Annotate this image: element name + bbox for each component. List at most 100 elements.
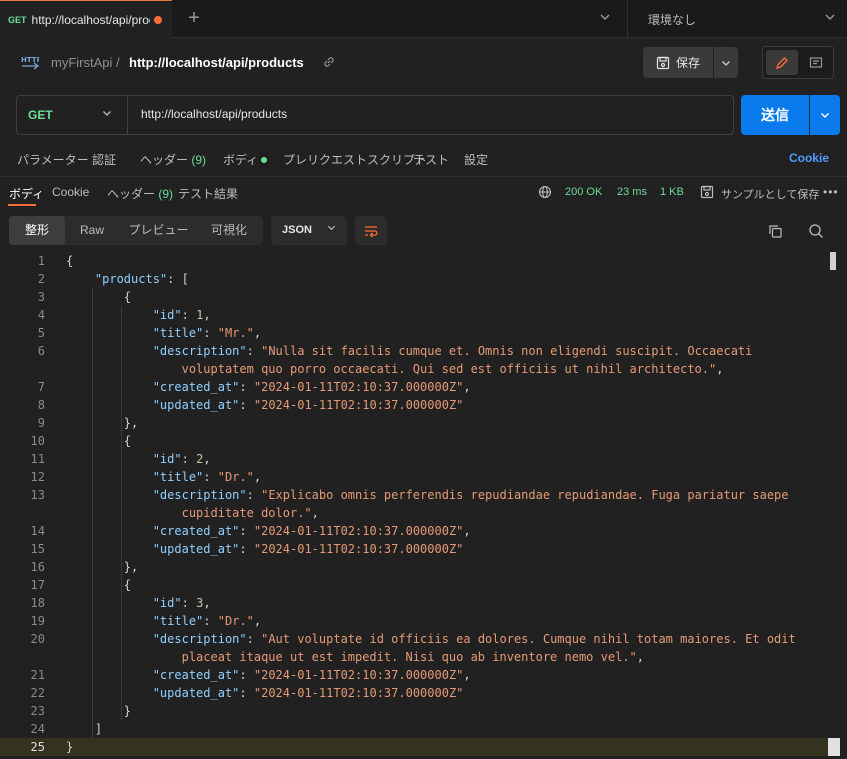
globe-icon[interactable]	[538, 185, 552, 202]
wrap-lines-icon[interactable]	[355, 216, 387, 245]
indent-guide	[120, 306, 122, 720]
format-raw[interactable]: Raw	[67, 216, 117, 245]
tab-params[interactable]: パラメーター	[17, 151, 89, 168]
code-text: ]	[94, 722, 103, 736]
code-line: 16 },	[0, 558, 830, 576]
code-line: 22 "updated_at": "2024-01-11T02:10:37.00…	[0, 684, 830, 702]
response-tab-test-results[interactable]: テスト結果	[178, 185, 238, 202]
url-input[interactable]: http://localhost/api/products	[141, 107, 701, 121]
code-text: "title": "Dr.",	[152, 614, 262, 628]
line-number: 7	[37, 380, 45, 394]
code-line: 13 "description": "Explicabo omnis perfe…	[0, 486, 830, 504]
send-button[interactable]: 送信	[741, 95, 809, 135]
request-tab[interactable]: GET http://localhost/api/products	[0, 0, 172, 38]
tab-prerequest-script[interactable]: プレリクエストスクリプト	[283, 151, 427, 168]
more-options-icon[interactable]: •••	[823, 185, 839, 199]
tab-body-label: ボディ	[223, 153, 259, 167]
edit-mode-pencil-icon[interactable]	[766, 50, 798, 75]
format-visualize[interactable]: 可視化	[199, 216, 259, 245]
tab-tests[interactable]: テスト	[413, 151, 449, 168]
code-line: 10 {	[0, 432, 830, 450]
save-label: 保存	[675, 56, 700, 70]
breadcrumb-request-name[interactable]: http://localhost/api/products	[129, 55, 304, 70]
tab-headers[interactable]: ヘッダー (9)	[140, 151, 206, 168]
code-text: "created_at": "2024-01-11T02:10:37.00000…	[152, 524, 471, 538]
line-number: 3	[37, 290, 45, 304]
svg-text:HTTP: HTTP	[21, 56, 39, 64]
response-size[interactable]: 1 KB	[660, 186, 684, 198]
response-status[interactable]: 200 OK	[565, 186, 602, 198]
code-text: "created_at": "2024-01-11T02:10:37.00000…	[152, 668, 471, 682]
tab-list-chevron-down-icon[interactable]	[598, 10, 612, 27]
save-button[interactable]: 保存	[643, 47, 713, 78]
response-tab-body[interactable]: ボディ	[9, 185, 44, 202]
code-line: 8 "updated_at": "2024-01-11T02:10:37.000…	[0, 396, 830, 414]
tab-body[interactable]: ボディ	[223, 151, 268, 168]
code-text: "created_at": "2024-01-11T02:10:37.00000…	[152, 380, 471, 394]
url-divider	[127, 96, 128, 134]
text-cursor	[828, 738, 840, 756]
http-request-icon: HTTP	[21, 55, 42, 71]
http-method-select[interactable]: GET	[28, 108, 53, 122]
code-text: "id": 3,	[152, 596, 211, 610]
link-icon[interactable]	[322, 55, 336, 69]
code-text: {	[66, 254, 74, 268]
send-options-chevron-down-icon[interactable]	[810, 95, 840, 135]
code-line: 20 "description": "Aut voluptate id offi…	[0, 630, 830, 648]
vertical-scrollbar[interactable]	[830, 252, 836, 270]
language-chevron-down-icon	[326, 216, 337, 245]
format-pretty[interactable]: 整形	[9, 216, 65, 245]
line-number: 5	[37, 326, 45, 340]
code-line: placeat itaque ut est impedit. Nisi quo …	[0, 648, 830, 666]
line-number: 8	[37, 398, 45, 412]
line-number: 18	[30, 596, 45, 610]
line-number: 16	[30, 560, 45, 574]
response-header: ボディ Cookie ヘッダー (9) テスト結果 200 OK 23 ms 1…	[0, 176, 847, 206]
method-chevron-down-icon[interactable]	[101, 107, 113, 122]
new-tab-plus-icon[interactable]: +	[184, 8, 204, 28]
breadcrumb-collection[interactable]: myFirstApi	[51, 55, 112, 70]
tab-headers-label: ヘッダー	[140, 153, 189, 167]
tab-headers-count: (9)	[191, 153, 207, 167]
line-number: 24	[30, 722, 45, 736]
response-body-editor[interactable]: 1{2 "products": [3 {4 "id": 1, 5 "title":…	[0, 252, 847, 759]
code-line: 24 ]	[0, 720, 830, 738]
response-tab-cookies[interactable]: Cookie	[52, 185, 89, 199]
line-number: 2	[37, 272, 45, 286]
environment-selector[interactable]: 環境なし	[627, 0, 847, 38]
code-text: "description": "Aut voluptate id officii…	[152, 632, 796, 646]
documentation-icon[interactable]	[801, 50, 831, 75]
code-line: 25}	[0, 738, 830, 756]
save-options-chevron-down-icon[interactable]	[714, 47, 738, 78]
response-tab-headers[interactable]: ヘッダー (9)	[107, 185, 173, 202]
view-mode-toggle	[762, 46, 834, 79]
body-indicator-dot-icon	[261, 157, 268, 163]
breadcrumb-separator: /	[116, 55, 120, 70]
code-text: "updated_at": "2024-01-11T02:10:37.00000…	[152, 686, 464, 700]
line-number: 17	[30, 578, 45, 592]
code-text: "updated_at": "2024-01-11T02:10:37.00000…	[152, 542, 464, 556]
code-line: 21 "created_at": "2024-01-11T02:10:37.00…	[0, 666, 830, 684]
line-number: 23	[30, 704, 45, 718]
format-preview[interactable]: プレビュー	[121, 216, 196, 245]
active-tab-underline	[8, 204, 36, 206]
tab-auth[interactable]: 認証	[92, 151, 116, 168]
line-number: 21	[30, 668, 45, 682]
copy-icon[interactable]	[768, 224, 783, 242]
environment-chevron-down-icon	[823, 10, 837, 27]
language-select[interactable]: JSON	[271, 216, 347, 245]
tab-settings[interactable]: 設定	[464, 151, 488, 168]
save-as-sample-button[interactable]: サンプルとして保存	[721, 186, 819, 202]
code-text: "updated_at": "2024-01-11T02:10:37.00000…	[152, 398, 464, 412]
code-line: 9 },	[0, 414, 830, 432]
format-segmented-control: 整形 Raw プレビュー 可視化	[9, 216, 263, 245]
save-response-icon	[700, 185, 714, 202]
response-time[interactable]: 23 ms	[617, 186, 647, 198]
cookies-link[interactable]: Cookie	[789, 151, 829, 165]
url-bar: GET http://localhost/api/products	[16, 95, 734, 135]
line-number: 14	[30, 524, 45, 538]
code-text: {	[123, 290, 132, 304]
search-icon[interactable]	[808, 223, 824, 242]
environment-label: 環境なし	[648, 12, 697, 27]
code-text: "id": 1,	[152, 308, 211, 322]
